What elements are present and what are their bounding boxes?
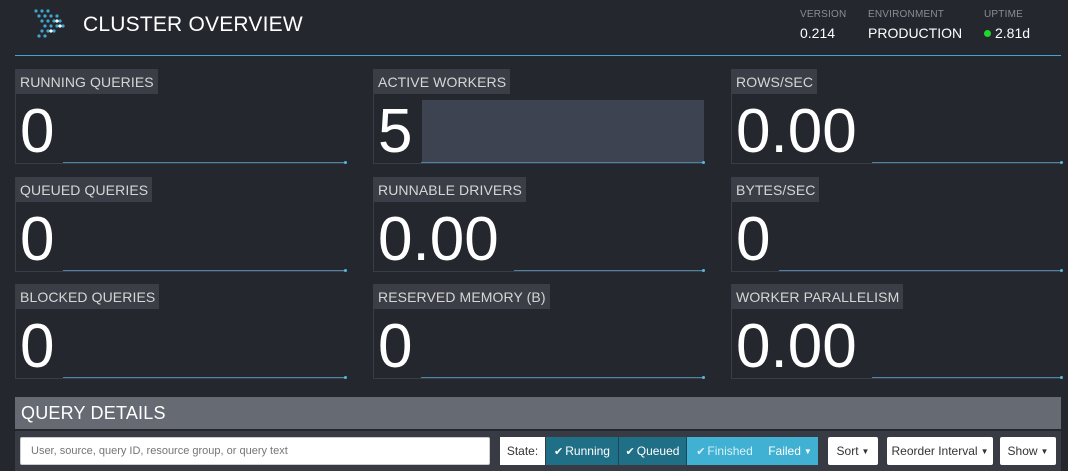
tile-queued-queries: QUEUED QUERIES 0 <box>15 177 347 274</box>
environment-stat: ENVIRONMENT PRODUCTION <box>868 9 962 41</box>
tile-value: 0 <box>378 312 413 381</box>
tile-label: WORKER PARALLELISM <box>732 284 904 309</box>
query-details-toolbar: State: ✔Running ✔Queued ✔Finished Failed… <box>15 431 1061 471</box>
filter-finished-label: Finished <box>707 444 753 458</box>
sparkline <box>514 269 705 272</box>
tile-value: 0 <box>736 205 771 274</box>
state-label: State: <box>500 437 545 465</box>
tile-label: RUNNABLE DRIVERS <box>374 177 526 202</box>
version-value: 0.214 <box>800 25 836 41</box>
tile-runnable-drivers: RUNNABLE DRIVERS 0.00 <box>373 177 705 274</box>
filter-running-label: Running <box>565 444 610 458</box>
tile-value: 0 <box>20 97 55 166</box>
checkmark-icon: ✔ <box>554 446 564 458</box>
reorder-label: Reorder Interval <box>891 444 978 458</box>
version-label: VERSION <box>800 9 847 20</box>
header: CLUSTER OVERVIEW VERSION 0.214 ENVIRONME… <box>15 0 1061 56</box>
filter-running-button[interactable]: ✔ Running <box>546 437 619 465</box>
environment-value: PRODUCTION <box>868 25 963 41</box>
show-label: Show <box>1007 444 1038 458</box>
environment-label: ENVIRONMENT <box>868 9 945 20</box>
tile-value: 0.00 <box>736 312 857 381</box>
sparkline <box>872 376 1063 379</box>
caret-down-icon: ▼ <box>803 446 812 456</box>
tile-rows-sec: ROWS/SEC 0.00 <box>731 69 1063 166</box>
sort-label: Sort <box>836 444 859 458</box>
tile-label: ACTIVE WORKERS <box>374 69 511 94</box>
tile-label: BYTES/SEC <box>732 177 820 202</box>
presto-logo-icon <box>34 9 65 38</box>
page-title: CLUSTER OVERVIEW <box>83 13 303 36</box>
filter-queued-label: Queued <box>636 444 680 458</box>
sort-dropdown[interactable]: Sort ▼ <box>828 437 878 465</box>
uptime-value: 2.81d <box>995 25 1031 41</box>
tile-value: 0.00 <box>736 97 857 166</box>
tile-value: 0.00 <box>378 205 499 274</box>
tile-running-queries: RUNNING QUERIES 0 <box>15 69 347 166</box>
query-details-title: QUERY DETAILS <box>21 403 166 423</box>
sparkline <box>63 269 347 272</box>
caret-down-icon: ▼ <box>1040 446 1049 456</box>
tile-value: 5 <box>378 97 413 166</box>
sparkline <box>421 161 705 164</box>
version-stat: VERSION 0.214 <box>800 9 846 41</box>
reorder-interval-dropdown[interactable]: Reorder Interval ▼ <box>887 437 993 465</box>
tile-label: RUNNING QUERIES <box>16 69 158 94</box>
sparkline <box>63 161 347 164</box>
status-dot-icon <box>984 29 991 37</box>
tile-label: QUEUED QUERIES <box>16 177 153 202</box>
filter-queued-button[interactable]: ✔ Queued <box>619 437 687 465</box>
sparkline <box>779 269 1063 272</box>
query-details-header: QUERY DETAILS <box>15 397 1061 429</box>
checkmark-icon: ✔ <box>625 446 635 458</box>
sparkline <box>421 376 705 379</box>
sparkline-area <box>422 100 704 162</box>
tile-blocked-queries: BLOCKED QUERIES 0 <box>15 284 347 381</box>
query-search-input[interactable] <box>20 437 490 465</box>
show-dropdown[interactable]: Show ▼ <box>1000 437 1056 465</box>
tile-bytes-sec: BYTES/SEC 0 <box>731 177 1063 274</box>
tile-label: RESERVED MEMORY (B) <box>374 284 550 309</box>
filter-finished-button[interactable]: ✔ Finished <box>687 437 762 465</box>
caret-down-icon: ▼ <box>980 446 989 456</box>
tile-value: 0 <box>20 312 55 381</box>
uptime-row: 2.81d <box>984 25 1030 41</box>
caret-down-icon: ▼ <box>861 446 870 456</box>
tile-value: 0 <box>20 205 55 274</box>
filter-failed-label: Failed <box>768 444 801 458</box>
sparkline <box>872 161 1063 164</box>
tile-label: ROWS/SEC <box>732 69 818 94</box>
tile-label: BLOCKED QUERIES <box>16 284 160 309</box>
sparkline <box>63 376 347 379</box>
uptime-stat: UPTIME 2.81d <box>984 9 1030 41</box>
tile-active-workers: ACTIVE WORKERS 5 <box>373 69 705 166</box>
tile-worker-parallelism: WORKER PARALLELISM 0.00 <box>731 284 1063 381</box>
uptime-label: UPTIME <box>984 9 1023 20</box>
filter-failed-dropdown[interactable]: Failed ▼ <box>762 437 818 465</box>
checkmark-icon: ✔ <box>696 446 706 458</box>
tile-reserved-memory: RESERVED MEMORY (B) 0 <box>373 284 705 381</box>
